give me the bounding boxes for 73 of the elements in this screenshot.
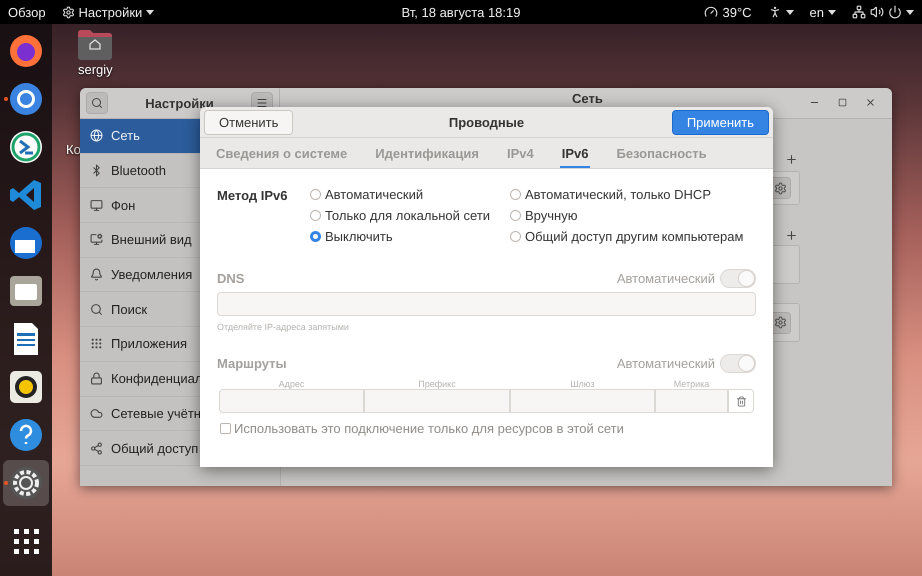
column-header: Метрика	[672, 379, 710, 389]
delete-button[interactable]	[728, 389, 754, 413]
search-icon	[90, 302, 103, 316]
tab[interactable]: IPv6	[560, 138, 590, 168]
activities-button[interactable]: Обзор	[8, 4, 46, 20]
section-label: DNS	[217, 271, 244, 286]
radio-button[interactable]	[510, 189, 521, 200]
caret-icon	[906, 10, 914, 14]
window-title: Сеть	[572, 91, 603, 106]
column-header: Шлюз	[569, 379, 596, 389]
remote-desktop-icon[interactable]	[8, 129, 44, 165]
language-indicator[interactable]: en	[810, 4, 824, 20]
radio-button[interactable]	[310, 189, 321, 200]
caret-icon	[786, 10, 794, 14]
close-icon[interactable]	[865, 97, 876, 108]
settings-icon	[774, 316, 786, 329]
radio-label[interactable]: Автоматический, только DHCP	[525, 187, 711, 202]
desktop-icon-label[interactable]: Ко	[66, 142, 81, 157]
bell-icon	[90, 268, 103, 282]
browser-icon[interactable]	[8, 81, 44, 117]
dialog-title: Проводные	[448, 114, 524, 130]
toggle-label: Автоматический	[616, 356, 715, 371]
browser-icon[interactable]	[8, 33, 44, 69]
add-icon[interactable]	[785, 152, 798, 166]
network-icon[interactable]	[852, 5, 866, 19]
radio-label[interactable]: Общий доступ другим компьютерам	[525, 229, 744, 244]
radio-button[interactable]	[310, 210, 321, 221]
trash-icon	[736, 396, 746, 406]
code-editor-icon[interactable]	[8, 177, 44, 213]
share-icon	[90, 442, 103, 455]
radio-button[interactable]	[310, 231, 321, 242]
cancel-button[interactable]: Отменить	[204, 110, 294, 134]
maximize-icon[interactable]	[838, 98, 847, 107]
add-icon[interactable]	[785, 228, 798, 242]
appearance-icon	[90, 233, 103, 246]
clock[interactable]: Вт, 18 августа 18:19	[402, 4, 520, 20]
checkbox[interactable]	[220, 423, 231, 434]
radio-button[interactable]	[510, 210, 521, 221]
help-icon[interactable]	[8, 417, 44, 453]
grid-icon	[90, 337, 103, 350]
radio-label[interactable]: Только для локальной сети	[325, 208, 490, 223]
radio-button[interactable]	[510, 231, 521, 242]
radio-label[interactable]: Выключить	[325, 229, 393, 244]
toggle-label: Автоматический	[616, 271, 715, 286]
settings-icon[interactable]	[8, 465, 44, 501]
settings-icon	[62, 6, 75, 18]
search-button[interactable]	[86, 92, 108, 114]
caret-icon	[828, 10, 836, 14]
volume-icon[interactable]	[870, 5, 884, 19]
radio-label[interactable]: Автоматический	[325, 187, 424, 202]
column-header: Префикс	[417, 379, 457, 389]
settings-icon	[774, 182, 786, 194]
globe-icon	[90, 129, 103, 142]
home-folder-icon[interactable]	[78, 30, 112, 60]
menu-icon	[256, 97, 268, 109]
cloud-icon	[90, 406, 103, 420]
mail-icon[interactable]	[8, 225, 44, 261]
apply-button[interactable]: Применить	[672, 110, 769, 134]
column-header: Адрес	[278, 379, 306, 389]
power-icon[interactable]	[888, 5, 902, 19]
radio-label[interactable]: Вручную	[525, 208, 578, 223]
gauge-icon	[704, 5, 718, 19]
speaker-icon[interactable]	[8, 369, 44, 405]
caret-icon	[146, 10, 154, 14]
bluetooth-icon	[90, 164, 103, 178]
monitor-icon	[90, 198, 103, 212]
app-menu[interactable]: Настройки	[62, 4, 154, 20]
lock-icon	[90, 372, 103, 386]
sidebar-title: Настройки	[145, 96, 214, 110]
search-icon	[91, 97, 103, 109]
temperature-text[interactable]: 39°C	[722, 4, 752, 20]
desktop-icon-label[interactable]: sergiy	[78, 62, 113, 77]
folder-icon[interactable]	[8, 273, 44, 309]
